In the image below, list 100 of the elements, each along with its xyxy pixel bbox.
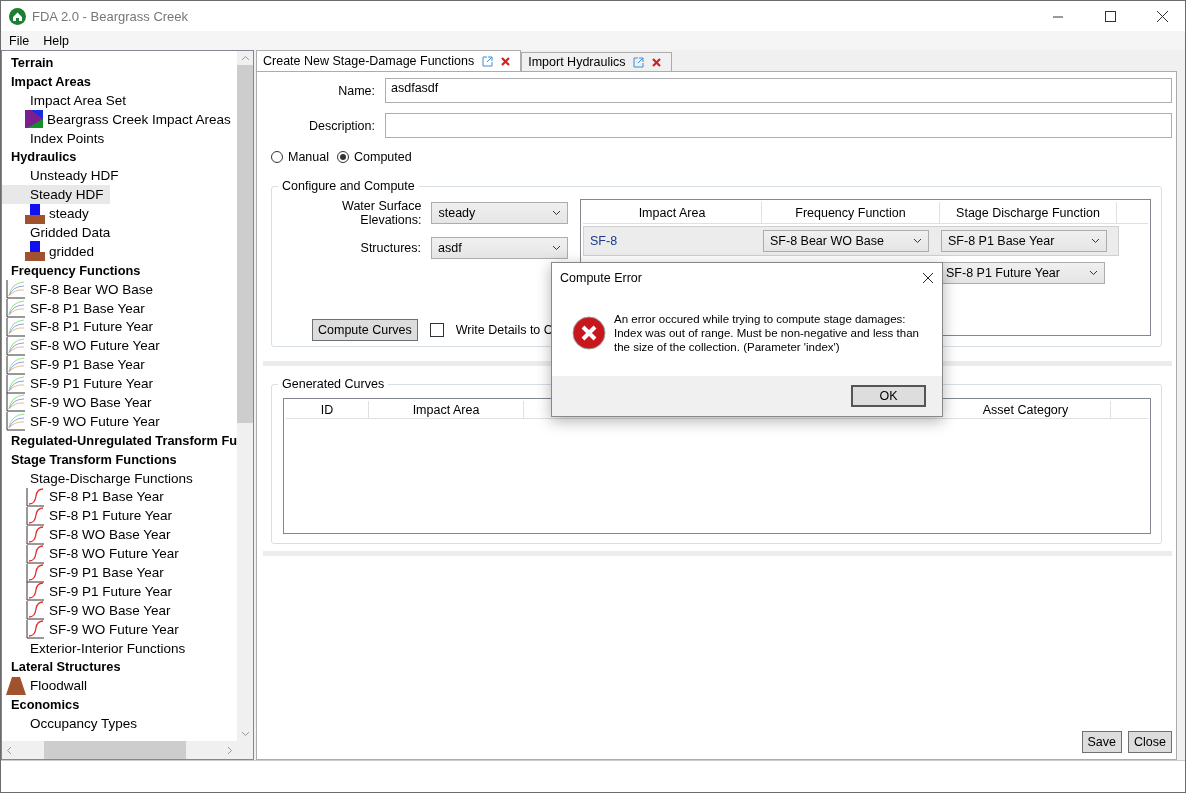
curve-chart-icon: [25, 581, 45, 602]
tree-item[interactable]: SF-9 WO Base Year: [2, 600, 177, 620]
tree-item[interactable]: Terrain: [2, 53, 60, 72]
tree-item[interactable]: Beargrass Creek Impact Areas: [2, 109, 237, 129]
scrollbar-thumb[interactable]: [237, 65, 253, 423]
dialog-title: Compute Error: [560, 271, 642, 285]
window-title: FDA 2.0 - Beargrass Creek: [32, 8, 190, 24]
tree-item[interactable]: Gridded Data: [2, 223, 117, 242]
table-cell-text: SF-8: [589, 234, 618, 248]
floodwall-icon: [6, 676, 26, 695]
grid-row[interactable]: SF-8 P1 Future Year: [938, 258, 1117, 288]
curve-chart-icon: [25, 524, 45, 545]
tree-item[interactable]: SF-9 P1 Future Year: [2, 581, 179, 601]
menu-item[interactable]: File: [9, 33, 30, 48]
curve-chart-icon: [6, 279, 26, 300]
tree-item[interactable]: SF-9 WO Base Year: [2, 393, 158, 412]
tree-item[interactable]: Impact Areas: [2, 71, 97, 91]
footer-button[interactable]: Close: [1128, 731, 1172, 753]
checkbox[interactable]: [429, 323, 444, 337]
close-icon[interactable]: [922, 272, 934, 284]
tab[interactable]: Create New Stage-Damage Functions: [256, 50, 522, 71]
menu-item[interactable]: Help: [43, 33, 69, 48]
dropdown[interactable]: asdf: [431, 237, 568, 259]
field-label: Water Surface Elevations:: [341, 199, 422, 227]
tree-item[interactable]: Occupancy Types: [2, 714, 144, 734]
tree-item[interactable]: SF-9 WO Future Year: [2, 411, 166, 431]
map-layer-icon: [25, 110, 43, 129]
compute-curves-button[interactable]: Compute Curves: [312, 319, 418, 341]
curve-chart-icon: [6, 316, 26, 337]
curve-chart-icon: [25, 600, 45, 621]
curve-chart-icon: [25, 562, 45, 583]
footer-button[interactable]: Save: [1081, 731, 1123, 753]
curve-chart-icon: [25, 486, 45, 507]
group-title: Configure and Compute: [278, 179, 419, 193]
description-field[interactable]: [385, 113, 1172, 138]
tree-item[interactable]: Frequency Functions: [2, 260, 147, 280]
column-header: Impact Area: [369, 401, 524, 418]
tree-item[interactable]: steady: [2, 204, 95, 223]
tree-item[interactable]: SF-9 P1 Future Year: [2, 374, 160, 394]
group-title: Generated Curves: [278, 377, 389, 391]
name-label: Name:: [337, 83, 375, 98]
tree-item[interactable]: Steady HDF: [2, 185, 110, 205]
scrollbar-thumb[interactable]: [44, 741, 186, 759]
name-field[interactable]: asdfasdf: [385, 78, 1172, 103]
tree-item[interactable]: SF-8 WO Future Year: [2, 336, 166, 356]
chevron-down-icon: [1089, 270, 1098, 276]
tree-item[interactable]: SF-8 Bear WO Base: [2, 279, 160, 299]
tree-item[interactable]: SF-8 WO Base Year: [2, 525, 177, 545]
tree-item[interactable]: Index Points: [2, 128, 111, 148]
chevron-down-icon: [913, 238, 922, 244]
vertical-scrollbar[interactable]: [237, 51, 253, 741]
error-message: An error occured while trying to compute stage damages: Index was out of range. Must be non-negative and less than the size of the collection. (Parameter 'index'): [614, 311, 919, 354]
chevron-down-icon: [552, 210, 561, 216]
tree-item[interactable]: Lateral Structures: [2, 657, 127, 677]
column-header: Stage Discharge Function: [940, 202, 1117, 223]
curve-chart-icon: [25, 543, 45, 564]
column-header: ID: [286, 401, 369, 418]
close-icon[interactable]: [1156, 10, 1168, 22]
tree-item[interactable]: SF-8 P1 Future Year: [2, 317, 160, 337]
ok-button[interactable]: OK: [851, 385, 926, 407]
tree-item[interactable]: Exterior-Interior Functions: [2, 638, 192, 658]
tree-item[interactable]: Regulated-Unregulated Transform Fu: [2, 430, 237, 450]
tree-item[interactable]: Hydraulics: [2, 147, 83, 167]
tree-item[interactable]: SF-8 P1 Base Year: [2, 487, 170, 507]
tree-item[interactable]: SF-9 WO Future Year: [2, 619, 185, 639]
tree-item[interactable]: gridded: [2, 241, 101, 261]
column-header: Frequency Function: [762, 202, 940, 223]
tree-item[interactable]: SF-8 P1 Base Year: [2, 298, 151, 318]
dropdown[interactable]: steady: [431, 202, 568, 224]
dropdown[interactable]: SF-8 Bear WO Base: [763, 230, 929, 252]
chevron-down-icon: [552, 245, 561, 251]
tree-item[interactable]: SF-9 P1 Base Year: [2, 563, 170, 582]
maximize-icon[interactable]: [1104, 10, 1116, 22]
description-label: Description:: [308, 118, 375, 133]
curve-chart-icon: [25, 505, 45, 526]
curve-chart-icon: [6, 392, 26, 413]
tree-item[interactable]: SF-8 P1 Future Year: [2, 506, 179, 526]
radio-option[interactable]: Manual: [271, 150, 329, 164]
grid-row[interactable]: SF-8 SF-8 Bear WO Base SF-8 P1 Base Year: [583, 226, 1119, 256]
curve-chart-icon: [25, 619, 45, 640]
tab[interactable]: Import Hydraulics: [521, 52, 673, 71]
tree-item[interactable]: Economics: [2, 695, 86, 715]
dropdown[interactable]: SF-8 P1 Base Year: [941, 230, 1107, 252]
popout-icon[interactable]: [482, 55, 494, 67]
tree-item[interactable]: Floodwall: [2, 676, 94, 696]
tree-item[interactable]: Unsteady HDF: [2, 166, 125, 186]
water-layer-icon: [25, 241, 45, 262]
curve-chart-icon: [6, 373, 26, 394]
tree-item[interactable]: Stage-Discharge Functions: [2, 468, 199, 488]
chevron-down-icon: [1091, 238, 1100, 244]
tree-item[interactable]: Impact Area Set: [2, 90, 133, 110]
tree-item[interactable]: SF-8 WO Future Year: [2, 544, 185, 564]
column-header: Impact Area: [583, 202, 762, 223]
tree-item[interactable]: Stage Transform Functions: [2, 449, 183, 469]
tree-item[interactable]: SF-9 P1 Base Year: [2, 355, 151, 375]
horizontal-scrollbar[interactable]: [2, 741, 237, 759]
curve-chart-icon: [6, 411, 26, 432]
popout-icon[interactable]: [633, 56, 645, 68]
radio-option[interactable]: Computed: [337, 150, 412, 164]
error-icon: [572, 315, 606, 350]
